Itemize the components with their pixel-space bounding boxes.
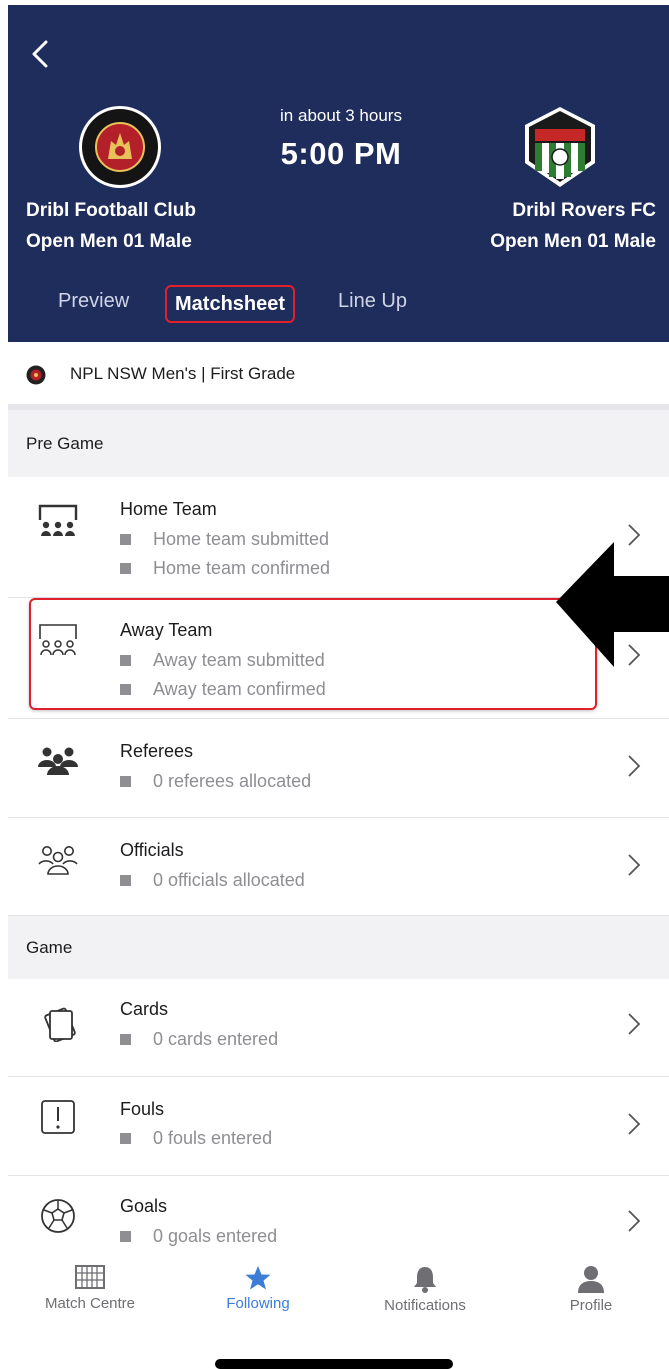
nav-notifications[interactable]: Notifications [350, 1265, 500, 1314]
away-team-name: Dribl Rovers FC [512, 200, 656, 221]
status-square-icon [120, 875, 131, 886]
chevron-right-icon [628, 1210, 641, 1232]
cards-icon [44, 1007, 76, 1042]
status-square-icon [120, 1034, 131, 1045]
away-team-division: Open Men 01 Male [490, 231, 656, 252]
status-text: 0 goals entered [153, 1226, 278, 1246]
section-header-game: Game [8, 916, 669, 979]
bottom-nav: Match Centre Following Notifications Pro… [8, 1253, 669, 1369]
home-team-info[interactable]: Dribl Football Club Open Men 01 Male [26, 195, 196, 257]
row-title: Officials [120, 840, 184, 860]
nav-label: Notifications [384, 1297, 466, 1314]
row-title: Referees [120, 741, 194, 761]
row-status: Home team confirmed [120, 558, 330, 579]
tab-matchsheet[interactable]: Matchsheet [165, 285, 296, 323]
referees-icon [38, 747, 78, 775]
status-text: 0 officials allocated [153, 870, 305, 890]
pitch-icon [75, 1265, 105, 1289]
chevron-right-icon [628, 854, 641, 876]
status-text: 0 fouls entered [153, 1128, 273, 1148]
status-square-icon [120, 1231, 131, 1242]
team-filled-icon [38, 504, 78, 536]
row-title: Goals [120, 1196, 168, 1216]
nav-match-centre[interactable]: Match Centre [15, 1265, 165, 1312]
tab-line-up[interactable]: Line Up [338, 290, 407, 313]
nav-following[interactable]: Following [183, 1265, 333, 1312]
row-title: Cards [120, 999, 169, 1019]
home-team-name: Dribl Football Club [26, 200, 196, 221]
status-square-icon [120, 563, 131, 574]
competition-logo-icon [26, 365, 46, 385]
row-status: 0 cards entered [120, 1029, 278, 1050]
tab-preview[interactable]: Preview [58, 290, 129, 313]
match-tabs: Preview Matchsheet Line Up [8, 285, 669, 325]
home-team-logo [79, 106, 161, 188]
row-status: 0 officials allocated [120, 870, 305, 891]
kickoff-time: 5:00 PM [280, 136, 402, 171]
row-status: Home team submitted [120, 529, 329, 550]
soccer-ball-icon [41, 1199, 75, 1233]
back-icon[interactable] [28, 38, 52, 70]
away-team-info[interactable]: Dribl Rovers FC Open Men 01 Male [490, 195, 656, 257]
section-title: Pre Game [26, 433, 104, 453]
competition-name: NPL NSW Men's | First Grade [70, 364, 296, 383]
nav-profile[interactable]: Profile [516, 1265, 666, 1314]
row-title: Fouls [120, 1099, 165, 1119]
status-text: 0 referees allocated [153, 771, 312, 791]
status-text: 0 cards entered [153, 1029, 279, 1049]
row-status: 0 fouls entered [120, 1128, 272, 1149]
star-icon [245, 1266, 271, 1290]
row-title: Home Team [120, 499, 217, 519]
section-header-pre-game: Pre Game [8, 410, 669, 477]
person-icon [578, 1266, 604, 1293]
row-referees[interactable]: Referees 0 referees allocated [8, 719, 669, 818]
status-text: Home team submitted [153, 529, 330, 549]
nav-label: Profile [569, 1297, 613, 1314]
nav-label: Match Centre [44, 1295, 136, 1312]
section-title: Game [26, 937, 73, 957]
away-team-logo [525, 107, 595, 187]
row-cards[interactable]: Cards 0 cards entered [8, 979, 669, 1077]
competition-row[interactable]: NPL NSW Men's | First Grade [8, 342, 669, 408]
chevron-right-icon [628, 755, 641, 777]
kickoff-relative-time: in about 3 hours [280, 106, 402, 125]
home-team-division: Open Men 01 Male [26, 231, 192, 252]
row-goals[interactable]: Goals 0 goals entered [8, 1176, 669, 1253]
row-officials[interactable]: Officials 0 officials allocated [8, 818, 669, 916]
nav-label: Following [226, 1295, 290, 1312]
bell-icon [414, 1267, 436, 1293]
row-status: 0 goals entered [120, 1226, 277, 1247]
match-header: in about 3 hours 5:00 PM Dribl Football … [8, 5, 669, 342]
row-fouls[interactable]: Fouls 0 fouls entered [8, 1077, 669, 1176]
away-team-highlight-box [29, 598, 597, 710]
chevron-right-icon [628, 1013, 641, 1035]
chevron-right-icon [628, 1113, 641, 1135]
home-indicator [215, 1359, 453, 1369]
annotation-arrow-icon [556, 542, 669, 667]
status-square-icon [120, 776, 131, 787]
status-text: Home team confirmed [153, 558, 331, 578]
officials-icon [38, 846, 78, 875]
row-status: 0 referees allocated [120, 771, 311, 792]
app-screen: in about 3 hours 5:00 PM Dribl Football … [8, 5, 669, 1369]
foul-icon [41, 1100, 75, 1134]
status-square-icon [120, 534, 131, 545]
status-square-icon [120, 1133, 131, 1144]
